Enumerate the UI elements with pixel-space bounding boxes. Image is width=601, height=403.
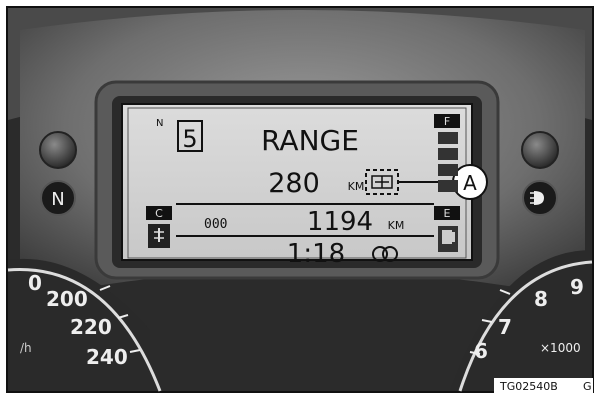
speed-tick-220: 220 [70, 315, 112, 339]
odometer-value: 1194 [307, 207, 373, 237]
instrument-cluster-figure: N 5 RANGE 280 KM A F E C 000 1194 KM 1:1… [6, 6, 594, 393]
clock: 1:18 [287, 239, 345, 269]
fuel-empty-label: E [444, 207, 451, 220]
odometer-unit: KM [388, 219, 405, 232]
speed-tick-200: 200 [46, 287, 88, 311]
gear-prefix: N [156, 118, 163, 129]
headlight-icon [530, 191, 544, 205]
right-upper-knob [521, 131, 559, 169]
svg-text:0: 0 [28, 271, 42, 295]
range-value: 280 [268, 168, 320, 199]
tach-tick-7: 7 [498, 315, 512, 339]
left-upper-knob [39, 131, 77, 169]
range-unit: KM [348, 180, 365, 193]
temperature-gauge: C [146, 206, 172, 248]
figure-code: TG02540B [499, 380, 558, 393]
gear-number: 5 [182, 125, 197, 153]
temp-cold-label: C [155, 207, 163, 220]
neutral-label: N [51, 189, 64, 210]
fuel-full-label: F [444, 115, 450, 128]
callout-label: A [463, 171, 477, 195]
speed-unit-fragment: /h [20, 341, 32, 355]
tach-tick-6: 6 [474, 339, 488, 363]
odometer-prefix: 000 [204, 217, 227, 232]
tach-tick-9: 9 [570, 275, 584, 299]
figure-suffix: G [583, 380, 592, 393]
mode-label: RANGE [261, 124, 359, 157]
speed-tick-240: 240 [86, 345, 128, 369]
tach-multiplier: ×1000 [540, 341, 581, 355]
tach-tick-8: 8 [534, 287, 548, 311]
